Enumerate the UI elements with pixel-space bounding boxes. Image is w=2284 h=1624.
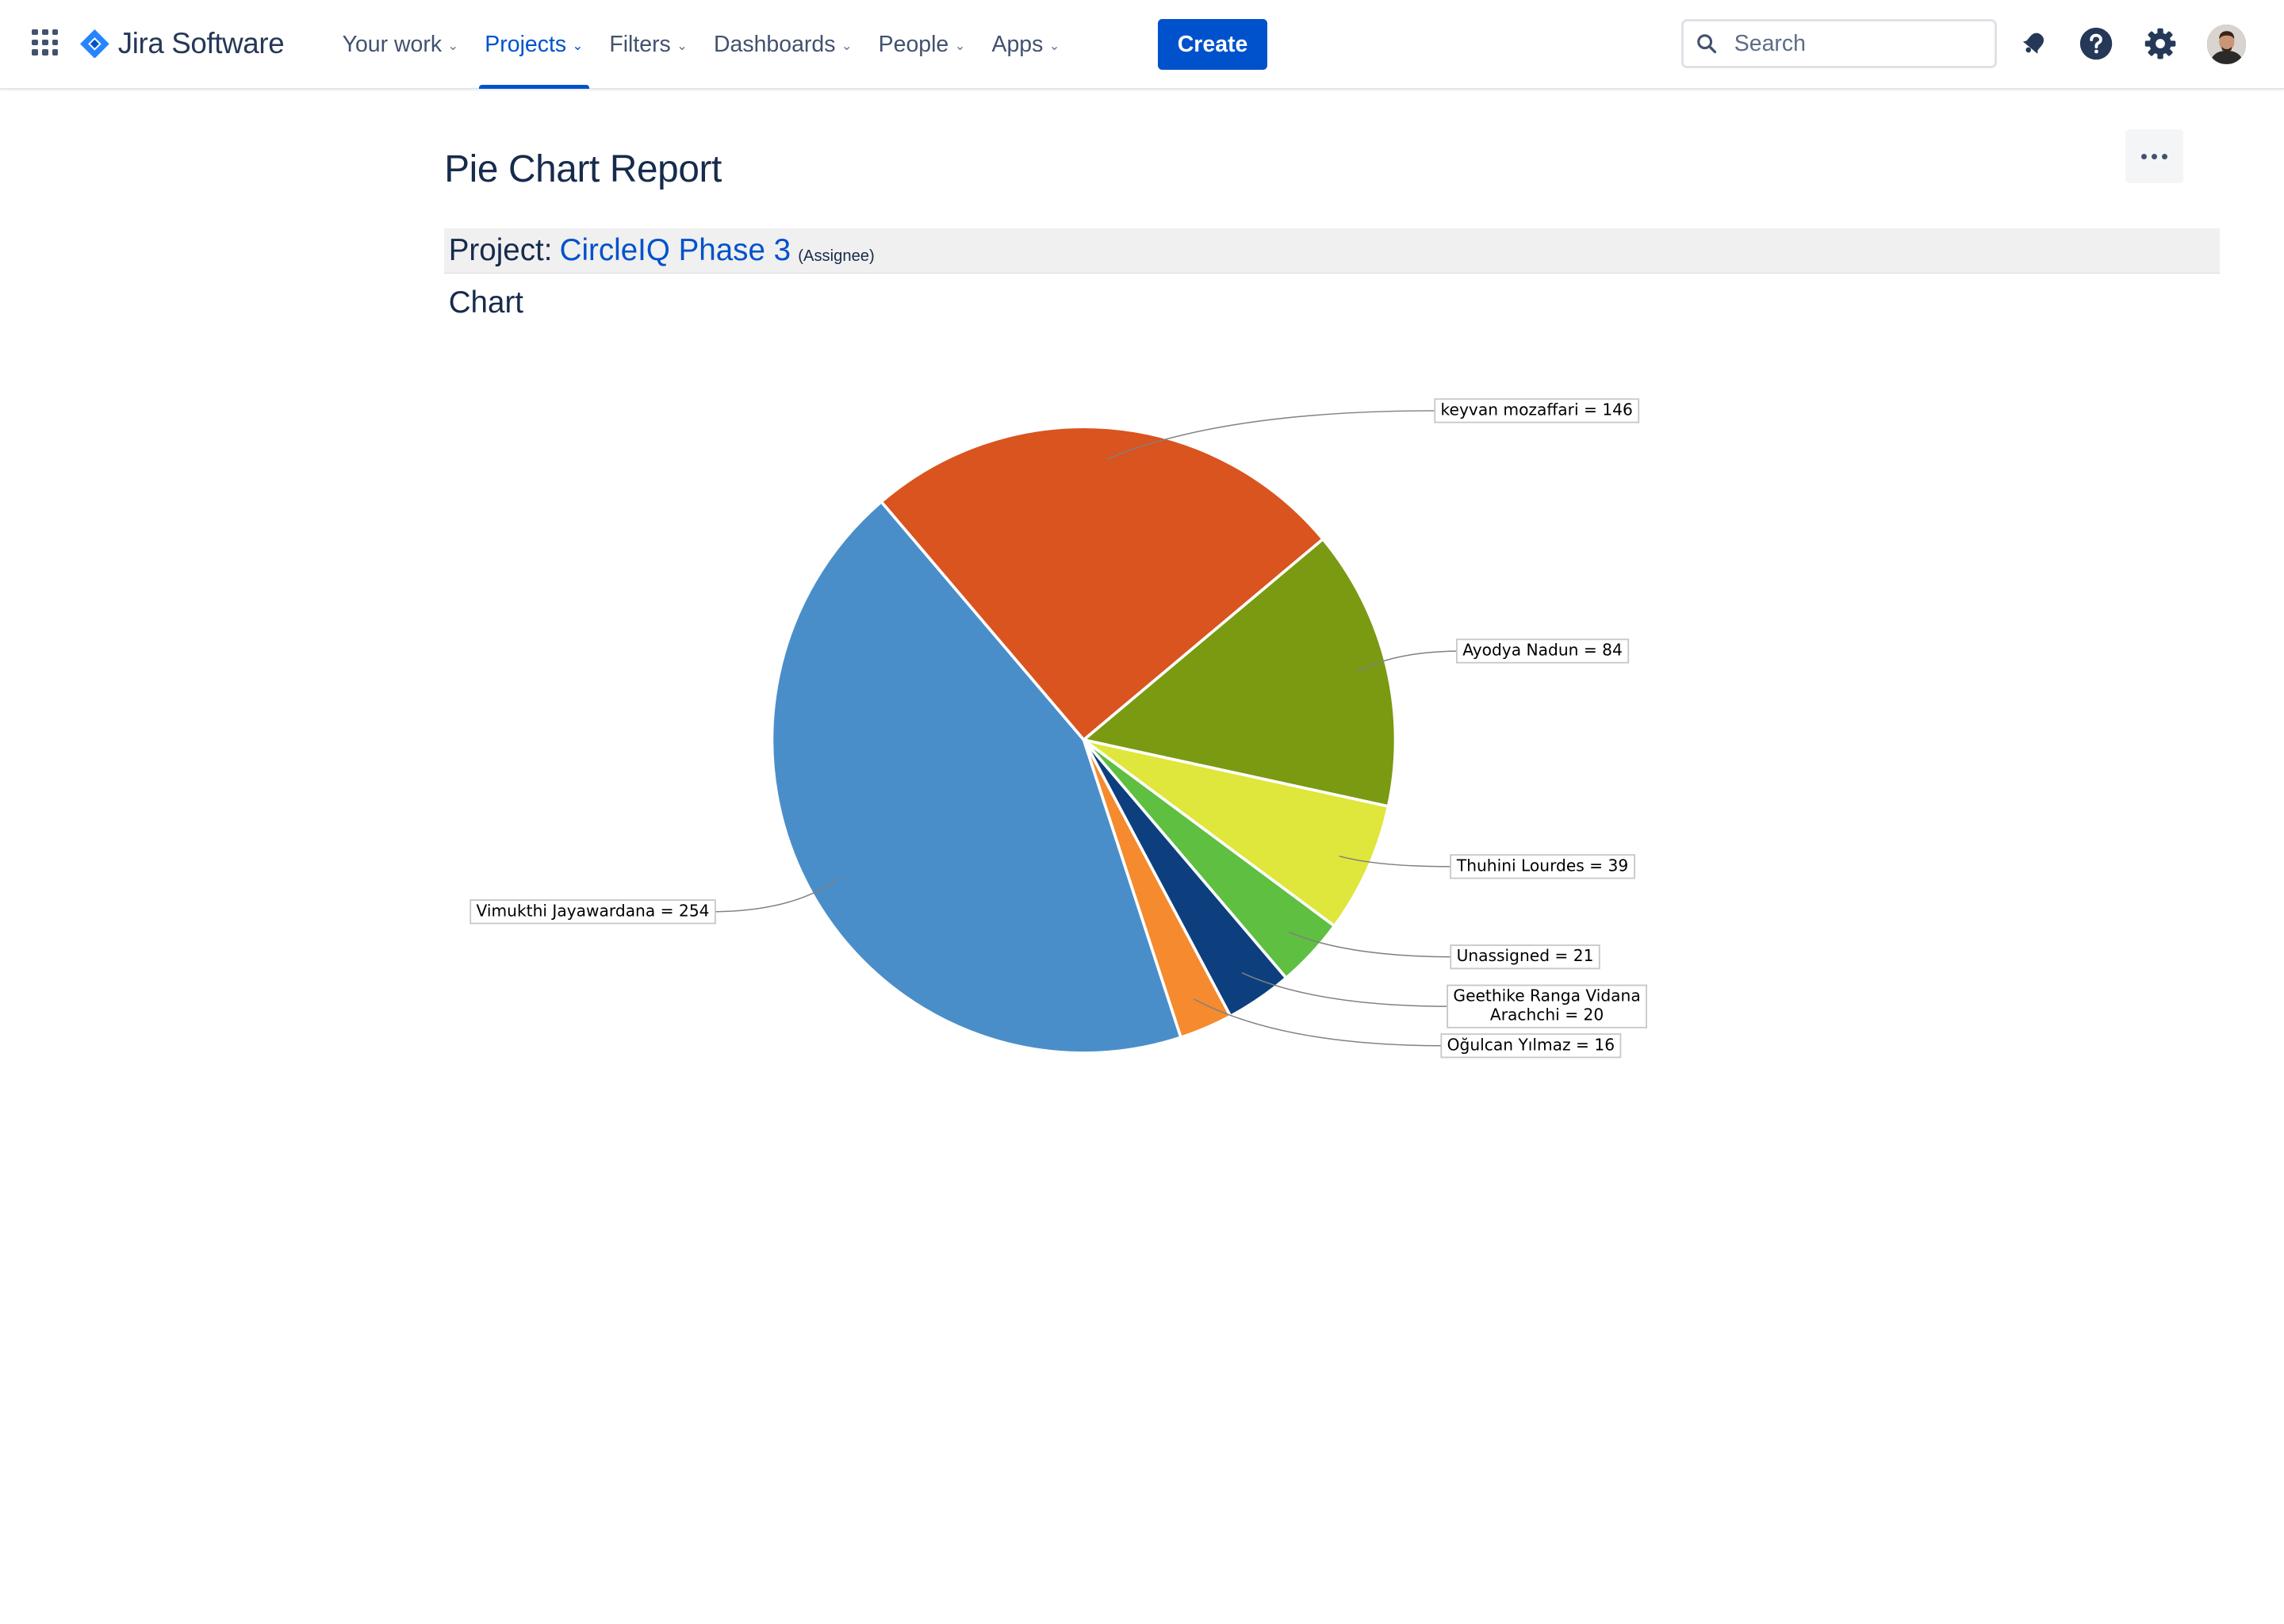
- slice-label: Unassigned = 21: [1457, 946, 1594, 965]
- slice-label-line: keyvan mozaffari = 146: [1441, 400, 1633, 419]
- pie-slices: [770, 425, 1397, 1055]
- slice-label-line: Vimukthi Jayawardana = 254: [477, 901, 710, 920]
- slice-label: Oğulcan Yılmaz = 16: [1447, 1035, 1615, 1054]
- slice-label: Thuhini Lourdes = 39: [1456, 856, 1628, 875]
- slice-label-line: Arachchi = 20: [1490, 1005, 1604, 1025]
- slice-label: keyvan mozaffari = 146: [1441, 400, 1633, 419]
- slice-label-line: Geethike Ranga Vidana: [1453, 986, 1640, 1005]
- slice-label: Vimukthi Jayawardana = 254: [477, 901, 710, 920]
- slice-label-line: Oğulcan Yılmaz = 16: [1447, 1035, 1615, 1054]
- slice-label: Ayodya Nadun = 84: [1462, 641, 1623, 660]
- slice-label-line: Thuhini Lourdes = 39: [1456, 856, 1628, 875]
- slice-label-line: Ayodya Nadun = 84: [1462, 641, 1623, 660]
- pie-chart: keyvan mozaffari = 146 Ayodya Nadun = 84 T…: [469, 398, 1647, 1059]
- slice-label-line: Unassigned = 21: [1457, 946, 1594, 965]
